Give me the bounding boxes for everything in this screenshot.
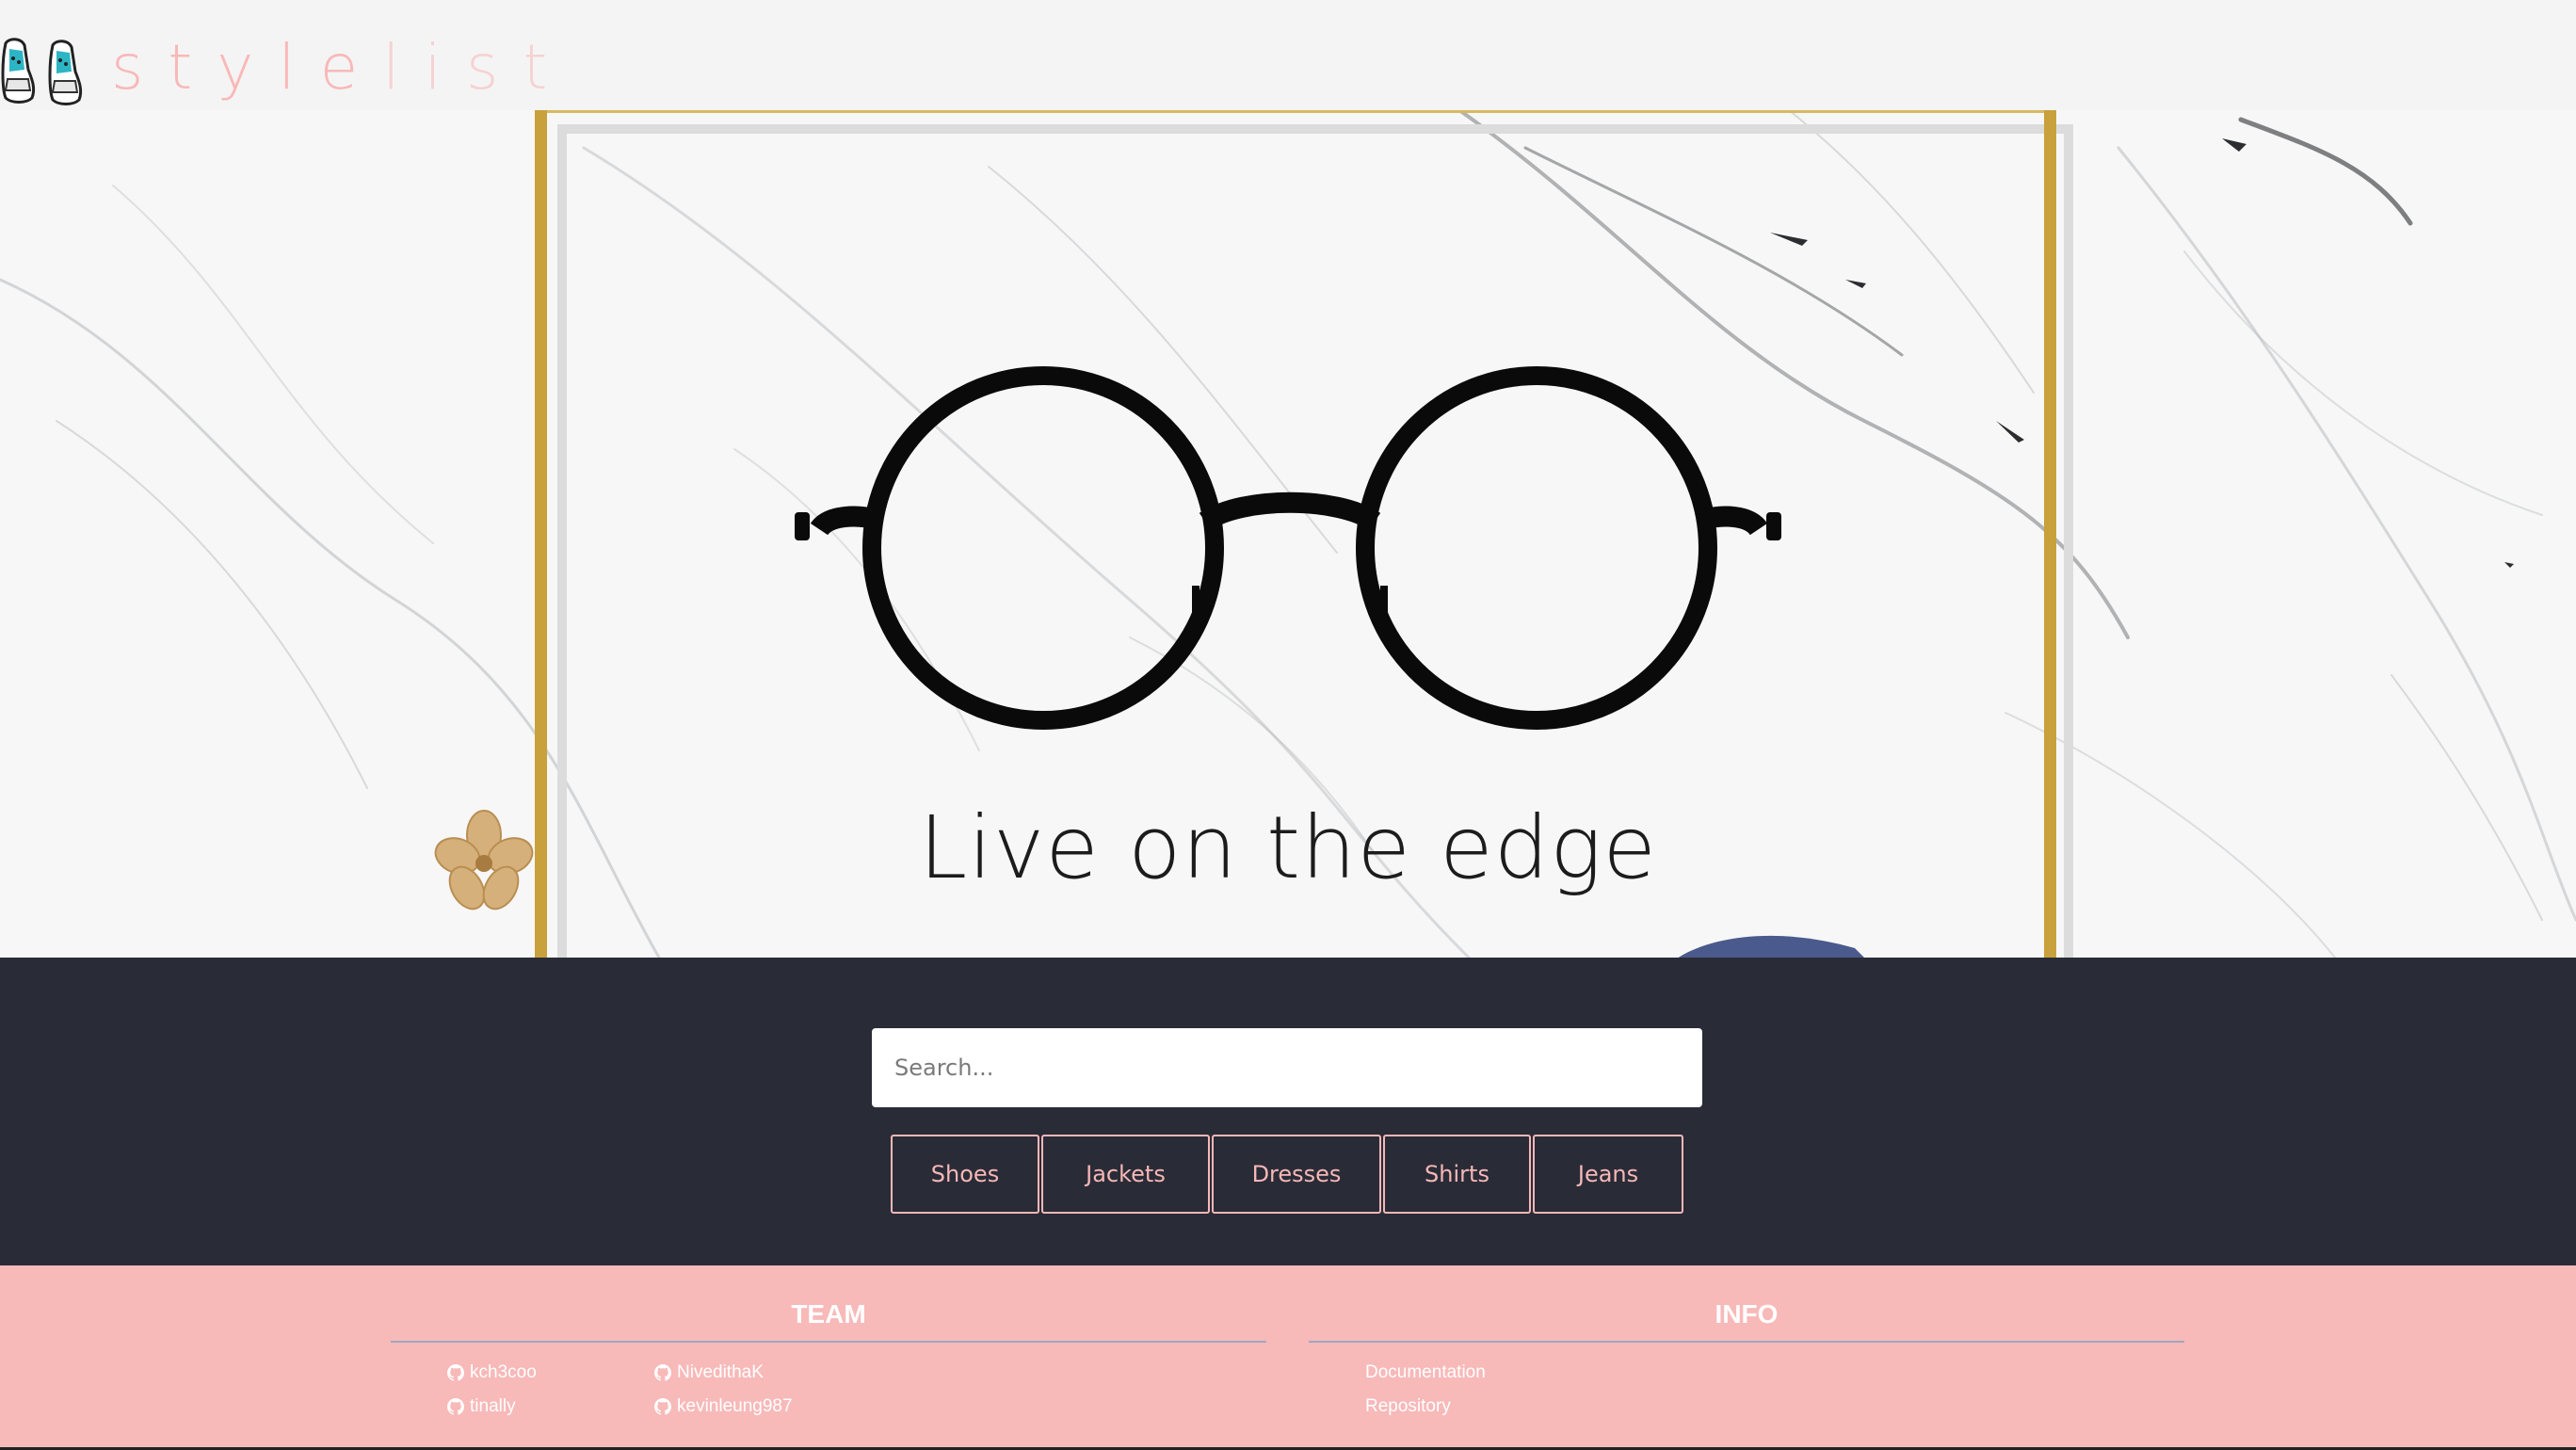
frame-inner-top	[557, 124, 2073, 134]
info-link-documentation[interactable]: Documentation	[1365, 1362, 1486, 1383]
github-icon	[654, 1364, 671, 1381]
footer-divider	[1309, 1341, 2184, 1343]
search-input[interactable]	[872, 1028, 1702, 1107]
github-icon	[447, 1364, 464, 1381]
category-button-dresses[interactable]: Dresses	[1212, 1135, 1381, 1214]
brand-logo[interactable]: stylelist	[0, 28, 572, 111]
brand-name: stylelist	[111, 31, 572, 104]
team-link-kevinleung987[interactable]: kevinleung987	[654, 1396, 793, 1417]
footer-divider	[391, 1341, 1266, 1343]
footer-team-column: TEAM kch3coo NivedithaK tinally kevinleu…	[391, 1265, 1266, 1416]
site-footer: TEAM kch3coo NivedithaK tinally kevinleu…	[0, 1265, 2576, 1450]
team-name: kevinleung987	[677, 1396, 793, 1416]
sneakers-icon	[1, 38, 83, 105]
category-button-shirts[interactable]: Shirts	[1383, 1135, 1531, 1214]
frame-top	[535, 110, 2056, 113]
team-name: tinally	[470, 1396, 516, 1416]
top-navbar: stylelist	[0, 0, 2576, 110]
category-button-jeans[interactable]: Jeans	[1533, 1135, 1683, 1214]
info-link-repository[interactable]: Repository	[1365, 1396, 1451, 1417]
github-icon	[447, 1398, 464, 1415]
flower-icon	[434, 810, 534, 910]
brand-name-style: style	[111, 30, 383, 104]
github-icon	[654, 1398, 671, 1415]
team-link-tinally[interactable]: tinally	[447, 1396, 516, 1417]
leaf-decoration	[1678, 935, 1864, 958]
glasses-icon	[795, 366, 1781, 730]
team-name: NivedithaK	[677, 1362, 764, 1382]
hero-title: Live on the edge	[919, 798, 1657, 898]
category-button-jackets[interactable]: Jackets	[1041, 1135, 1210, 1214]
search-section: Shoes Jackets Dresses Shirts Jeans	[0, 958, 2576, 1265]
team-link-nivedithak[interactable]: NivedithaK	[654, 1362, 764, 1383]
footer-info-column: INFO Documentation Repository	[1309, 1265, 2184, 1416]
hero-banner: Live on the edge	[0, 110, 2576, 958]
category-buttons: Shoes Jackets Dresses Shirts Jeans	[891, 1135, 1685, 1214]
category-button-shoes[interactable]: Shoes	[891, 1135, 1039, 1214]
team-name: kch3coo	[470, 1362, 537, 1382]
team-link-kch3coo[interactable]: kch3coo	[447, 1362, 537, 1383]
brand-name-list: list	[382, 30, 572, 104]
footer-info-heading: INFO	[1715, 1299, 1779, 1329]
footer-team-heading: TEAM	[791, 1299, 866, 1329]
